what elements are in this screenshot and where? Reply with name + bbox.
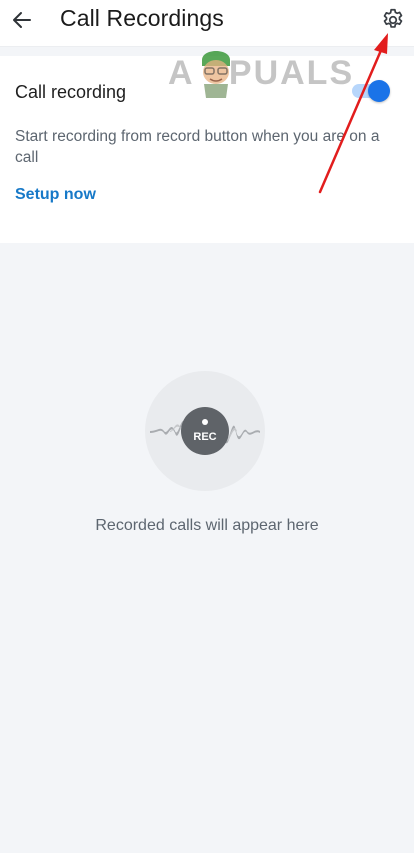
page-title: Call Recordings	[60, 5, 224, 31]
app-bar: Call Recordings	[0, 0, 414, 47]
back-arrow-icon	[13, 12, 31, 28]
recording-description: Start recording from record button when …	[15, 128, 380, 166]
toggle-knob	[368, 80, 390, 102]
settings-button[interactable]	[378, 5, 408, 35]
call-recording-label: Call recording	[15, 82, 127, 102]
gear-icon	[383, 8, 403, 28]
call-recording-toggle[interactable]	[352, 80, 390, 102]
call-recording-card: Call recording Start recording from reco…	[0, 56, 414, 243]
empty-state-message: Recorded calls will appear here	[95, 517, 319, 534]
recording-illustration: REC	[144, 370, 266, 492]
back-button[interactable]	[6, 4, 38, 36]
sound-wave-icon: REC	[145, 371, 265, 491]
setup-now-link[interactable]: Setup now	[15, 186, 96, 204]
rec-badge-text: REC	[193, 431, 216, 443]
